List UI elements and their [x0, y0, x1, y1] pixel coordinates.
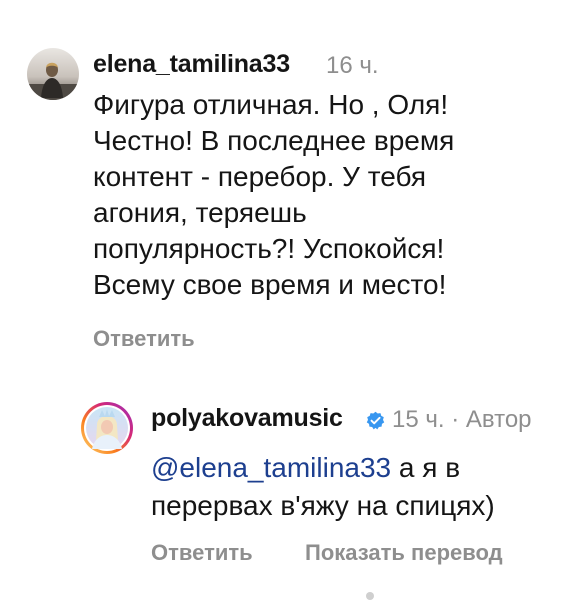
reply-text: @elena_tamilina33 а я в перервах в'яжу н…: [151, 449, 551, 525]
comment-text-line: контент - перебор. У тебя: [93, 161, 427, 192]
story-ring-avatar-icon: [81, 402, 133, 454]
show-translation-button[interactable]: Показать перевод: [305, 540, 503, 566]
comment-timestamp-author: 15 ч. · Автор: [392, 406, 532, 433]
reply-text-fragment: а я в: [391, 452, 461, 483]
comment-text-line: Фигура отличная. Но , Оля!: [93, 89, 449, 120]
author-username[interactable]: polyakovamusic: [151, 404, 343, 433]
reply-button[interactable]: Ответить: [151, 540, 253, 566]
truncated-text-top: [14, 0, 44, 8]
comment-text-line: Честно! В последнее время: [93, 125, 455, 156]
comments-thread: elena_tamilina33 16 ч. Фигура отличная. …: [0, 0, 566, 600]
mention-link[interactable]: @elena_tamilina33: [151, 452, 391, 483]
truncated-content-bottom: [366, 592, 386, 600]
comment-username[interactable]: elena_tamilina33: [93, 50, 290, 79]
comment-text-line: Всему свое время и место!: [93, 269, 447, 300]
comment-text: Фигура отличная. Но , Оля! Честно! В пос…: [93, 87, 533, 303]
partial-dot-icon: [366, 592, 374, 600]
comment-timestamp: 16 ч.: [326, 52, 379, 79]
comment-text-line: агония, теряешь: [93, 197, 307, 228]
reply-text-line: перервах в'яжу на спицях): [151, 490, 495, 521]
verified-badge-icon: [366, 411, 385, 430]
reply-text-line: @elena_tamilina33 а я в: [151, 449, 551, 487]
reply-button[interactable]: Ответить: [93, 326, 195, 352]
author-avatar[interactable]: [80, 401, 134, 455]
user-avatar[interactable]: [27, 48, 79, 100]
user-photo-avatar-icon: [27, 48, 79, 100]
comment-text-line: популярность?! Успокойся!: [93, 233, 445, 264]
